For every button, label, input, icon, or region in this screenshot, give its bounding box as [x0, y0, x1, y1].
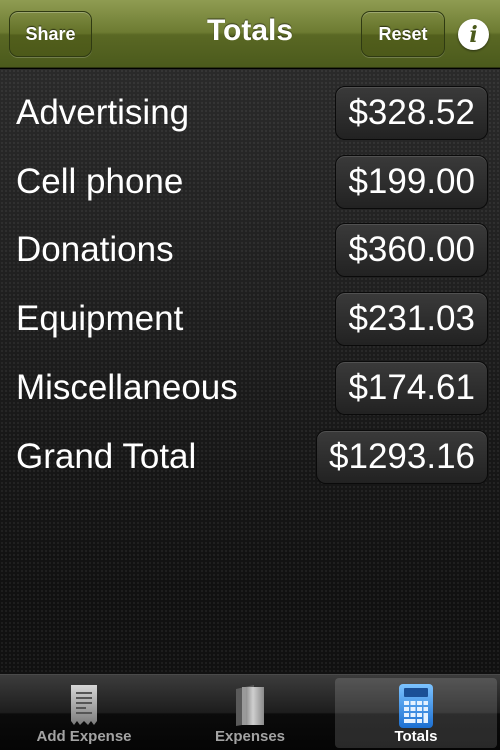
grand-total-value: $1293.16	[316, 430, 488, 484]
category-label: Cell phone	[16, 162, 184, 201]
book-icon	[232, 683, 268, 732]
info-icon[interactable]: i	[458, 19, 489, 50]
tab-add-expense[interactable]: Add Expense	[3, 678, 165, 748]
tab-label: Expenses	[214, 728, 286, 745]
category-total: $199.00	[335, 155, 488, 209]
receipt-icon	[68, 683, 100, 732]
category-label: Equipment	[16, 299, 184, 338]
total-row-miscellaneous: Miscellaneous $174.61	[0, 358, 500, 418]
tab-bar: Add Expense Expenses Totals	[0, 674, 500, 750]
navigation-bar: Share Totals Reset i	[0, 0, 500, 68]
tab-totals[interactable]: Totals	[335, 678, 497, 748]
total-row-equipment: Equipment $231.03	[0, 289, 500, 349]
total-row-advertising: Advertising $328.52	[0, 83, 500, 143]
category-label: Advertising	[16, 93, 190, 132]
total-row-cell-phone: Cell phone $199.00	[0, 152, 500, 212]
calculator-icon	[398, 683, 434, 734]
category-total: $174.61	[335, 361, 488, 415]
grand-total-label: Grand Total	[16, 437, 197, 476]
total-row-donations: Donations $360.00	[0, 220, 500, 280]
category-total: $328.52	[335, 86, 488, 140]
category-label: Donations	[16, 230, 174, 269]
tab-label: Totals	[394, 728, 438, 745]
reset-button[interactable]: Reset	[361, 11, 445, 57]
tab-expenses[interactable]: Expenses	[169, 678, 331, 748]
tab-label: Add Expense	[36, 728, 132, 745]
totals-list: Advertising $328.52 Cell phone $199.00 D…	[0, 69, 500, 674]
category-total: $231.03	[335, 292, 488, 346]
category-total: $360.00	[335, 223, 488, 277]
category-label: Miscellaneous	[16, 368, 238, 407]
grand-total-row: Grand Total $1293.16	[0, 427, 500, 487]
